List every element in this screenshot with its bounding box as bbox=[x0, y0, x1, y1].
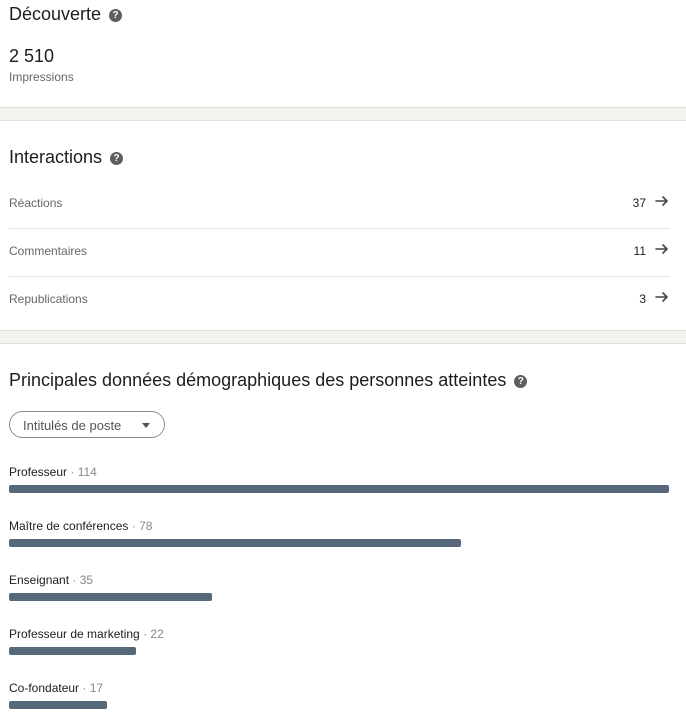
demographic-bar bbox=[9, 647, 136, 655]
demographic-bar-track bbox=[9, 701, 669, 709]
interaction-row-reactions[interactable]: Réactions 37 bbox=[9, 180, 670, 229]
demographic-bar bbox=[9, 539, 461, 547]
section-divider bbox=[0, 107, 686, 121]
demographic-item: Enseignant · 35 bbox=[9, 571, 670, 611]
arrow-right-icon[interactable] bbox=[654, 241, 670, 257]
demographic-item: Professeur de marketing · 22 bbox=[9, 625, 670, 665]
demographic-separator: · bbox=[79, 681, 90, 695]
impressions-label: Impressions bbox=[9, 70, 74, 84]
demographic-bar-track bbox=[9, 485, 669, 493]
interactions-title: Interactions bbox=[9, 147, 103, 167]
interactions-section: Interactions? Réactions 37 Commentaires … bbox=[0, 121, 686, 330]
discovery-heading: Découverte? bbox=[9, 4, 123, 25]
interaction-row-reposts[interactable]: Republications 3 bbox=[9, 276, 670, 324]
discovery-title: Découverte bbox=[9, 4, 102, 24]
interactions-heading: Interactions? bbox=[9, 147, 124, 168]
demographics-heading: Principales données démographiques des p… bbox=[9, 370, 528, 391]
discovery-section: Découverte? 2 510 Impressions bbox=[0, 0, 686, 107]
question-circle-icon[interactable]: ? bbox=[110, 152, 124, 165]
demographic-count: 17 bbox=[89, 681, 104, 695]
demographic-label-line: Professeur · 114 bbox=[9, 463, 670, 481]
demographic-separator: · bbox=[128, 519, 140, 533]
demographic-bar-track bbox=[9, 539, 669, 547]
impressions-value: 2 510 bbox=[9, 46, 55, 66]
demographic-separator: · bbox=[139, 627, 151, 641]
demographic-item: Co-fondateur · 17 bbox=[9, 679, 670, 719]
arrow-right-icon[interactable] bbox=[654, 193, 670, 209]
question-circle-icon[interactable]: ? bbox=[514, 375, 528, 388]
demographic-name: Maître de conférences bbox=[9, 519, 129, 533]
interaction-label: Réactions bbox=[9, 196, 63, 210]
section-divider bbox=[0, 330, 686, 344]
demographic-bar-track bbox=[9, 647, 669, 655]
demographic-bar bbox=[9, 701, 107, 709]
demographic-count: 78 bbox=[139, 519, 153, 533]
job-title-filter-dropdown[interactable]: Intitulés de poste bbox=[9, 411, 165, 438]
demographic-bar-track bbox=[9, 593, 669, 601]
interaction-row-comments[interactable]: Commentaires 11 bbox=[9, 228, 670, 277]
arrow-right-icon[interactable] bbox=[654, 289, 670, 305]
demographic-label-line: Professeur de marketing · 22 bbox=[9, 625, 670, 643]
interaction-count: 37 bbox=[632, 196, 646, 210]
dropdown-label: Intitulés de poste bbox=[23, 418, 122, 433]
demographic-count: 22 bbox=[150, 627, 164, 641]
interaction-count: 3 bbox=[639, 292, 646, 306]
interaction-label: Commentaires bbox=[9, 244, 88, 258]
demographic-separator: · bbox=[67, 465, 78, 479]
demographic-count: 35 bbox=[79, 573, 94, 587]
demographic-separator: · bbox=[69, 573, 80, 587]
demographic-name: Professeur bbox=[9, 465, 68, 479]
demographic-count: 114 bbox=[77, 465, 97, 479]
demographic-item: Maître de conférences · 78 bbox=[9, 517, 670, 557]
demographics-title: Principales données démographiques des p… bbox=[9, 370, 507, 390]
demographic-label-line: Maître de conférences · 78 bbox=[9, 517, 670, 535]
interaction-count: 11 bbox=[633, 244, 646, 258]
demographic-name: Professeur de marketing bbox=[9, 627, 140, 641]
demographic-label-line: Enseignant · 35 bbox=[9, 571, 670, 589]
demographic-label-line: Co-fondateur · 17 bbox=[9, 679, 670, 697]
demographic-name: Co-fondateur bbox=[9, 681, 80, 695]
demographic-bar bbox=[9, 485, 669, 493]
demographic-bar bbox=[9, 593, 212, 601]
demographic-item: Professeur · 114 bbox=[9, 463, 670, 503]
interaction-label: Republications bbox=[9, 292, 88, 306]
demographic-name: Enseignant bbox=[9, 573, 70, 587]
caret-down-icon bbox=[142, 423, 150, 428]
question-circle-icon[interactable]: ? bbox=[109, 9, 123, 22]
